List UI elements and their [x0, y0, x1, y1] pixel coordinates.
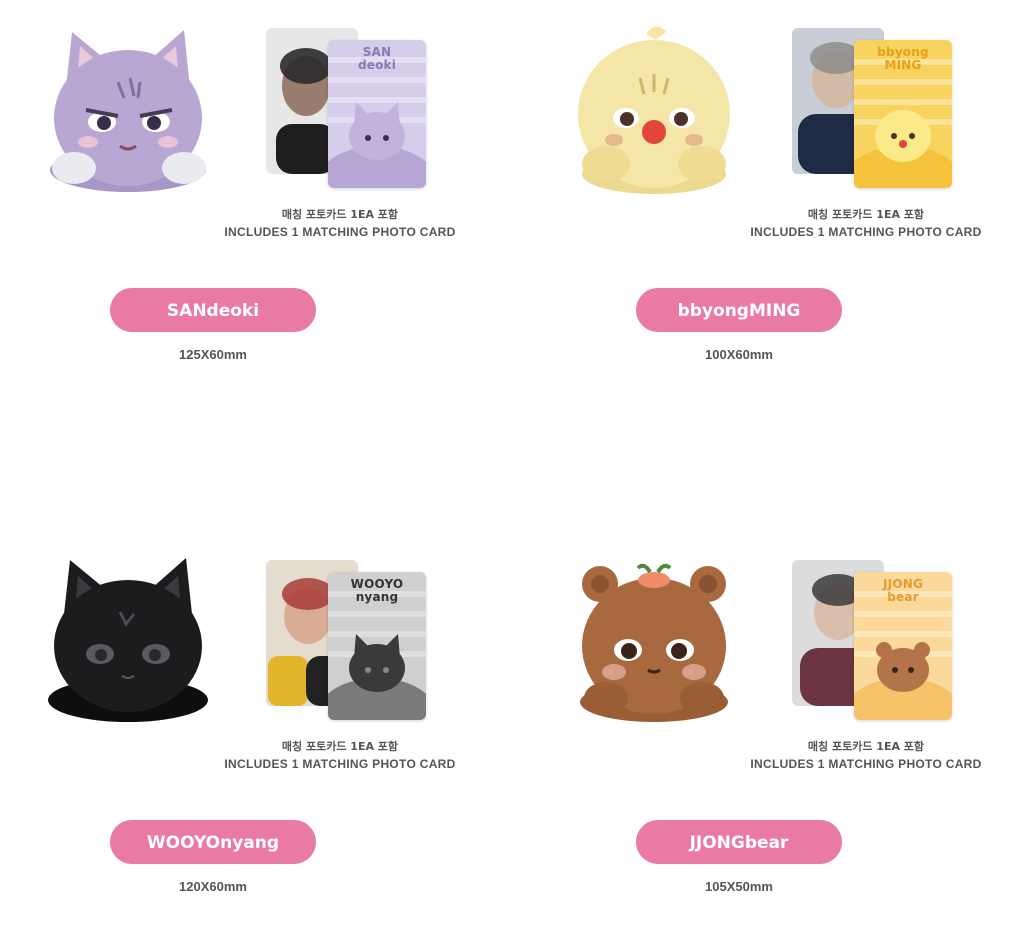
product-size: 100X60mm — [705, 347, 773, 362]
black-cat-plush-image — [44, 550, 214, 730]
photo-card-title: WOOYO nyang — [350, 577, 404, 604]
caption-english: INCLUDES 1 MATCHING PHOTO CARD — [750, 225, 982, 239]
caption-korean: 매칭 포토카드 1EA 포함 — [281, 208, 399, 221]
purple-cat-plush-image — [44, 18, 214, 198]
product-sandeoki: SAN deoki 매칭 포토카드 1EA 포함 INCLUDES 1 MATC… — [40, 14, 520, 394]
product-name-button[interactable]: SANdeoki — [110, 288, 316, 332]
caption-korean: 매칭 포토카드 1EA 포함 — [807, 208, 925, 221]
caption-korean: 매칭 포토카드 1EA 포함 — [807, 740, 925, 753]
yellow-chick-plush-image — [570, 18, 740, 198]
photo-card: WOOYO nyang — [328, 572, 426, 720]
product-wooyonyang: WOOYO nyang 매칭 포토카드 1EA 포함 INCLUDES 1 MA… — [40, 546, 520, 926]
caption-english: INCLUDES 1 MATCHING PHOTO CARD — [224, 225, 456, 239]
caption-korean: 매칭 포토카드 1EA 포함 — [281, 740, 399, 753]
photo-card-title: bbyong MING — [877, 45, 929, 72]
product-size: 125X60mm — [179, 347, 247, 362]
photo-card-title: SAN deoki — [357, 45, 397, 72]
photo-card: JJONG bear — [854, 572, 952, 720]
caption-english: INCLUDES 1 MATCHING PHOTO CARD — [750, 757, 982, 771]
photo-card-title: JJONG bear — [882, 577, 924, 604]
product-size: 120X60mm — [179, 879, 247, 894]
product-name-button[interactable]: WOOYOnyang — [110, 820, 316, 864]
product-name-button[interactable]: bbyongMING — [636, 288, 842, 332]
product-size: 105X50mm — [705, 879, 773, 894]
product-jjongbear: JJONG bear 매칭 포토카드 1EA 포함 INCLUDES 1 MAT… — [566, 546, 1024, 926]
brown-bear-plush-image — [570, 550, 740, 730]
caption-english: INCLUDES 1 MATCHING PHOTO CARD — [224, 757, 456, 771]
product-name-button[interactable]: JJONGbear — [636, 820, 842, 864]
product-bbyongming: bbyong MING 매칭 포토카드 1EA 포함 INCLUDES 1 MA… — [566, 14, 1024, 394]
photo-card: bbyong MING — [854, 40, 952, 188]
photo-card: SAN deoki — [328, 40, 426, 188]
